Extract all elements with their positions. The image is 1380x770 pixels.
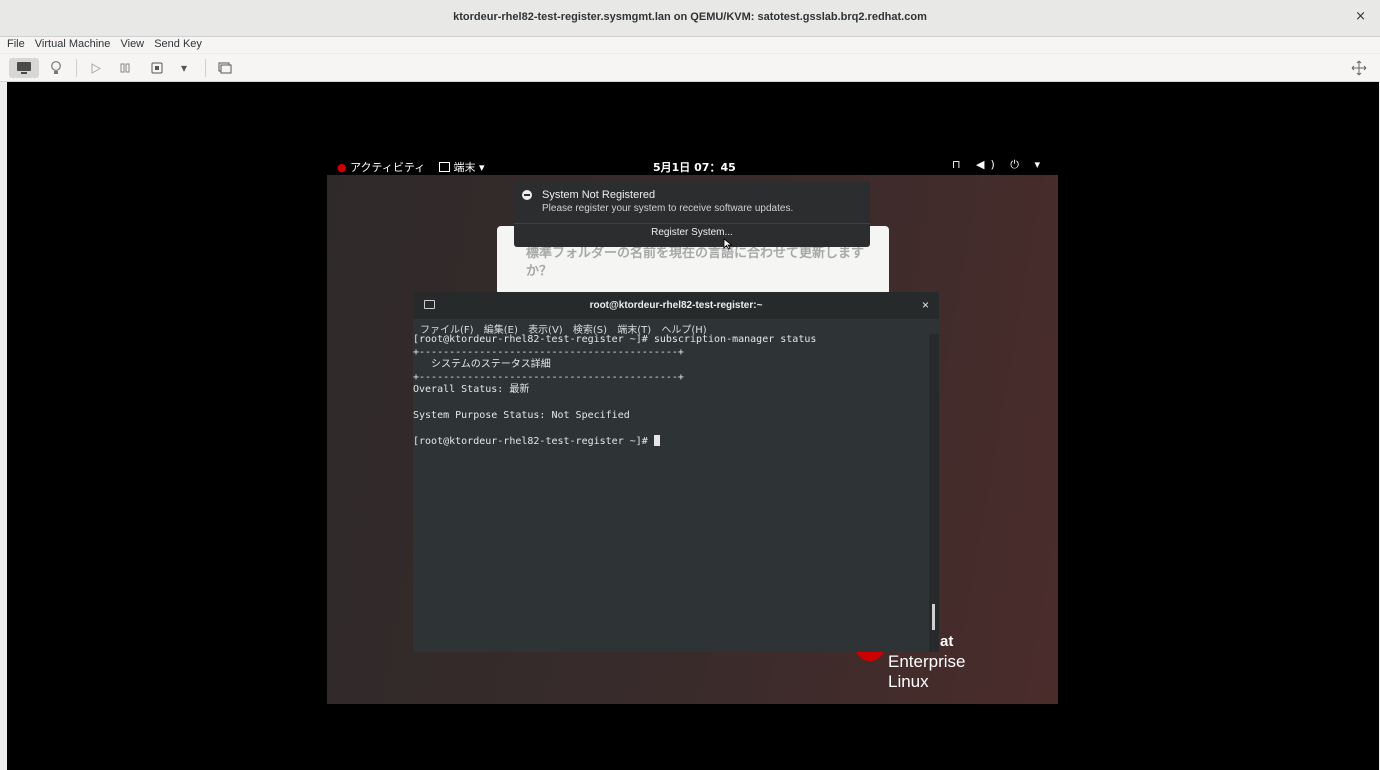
notification-divider [514,223,870,224]
info-icon [522,190,532,200]
console-view-button[interactable] [9,58,39,78]
pause-button[interactable] [116,58,134,78]
snapshot-icon [218,62,232,73]
notification-title: System Not Registered [542,189,656,201]
window-title: ktordeur-rhel82-test-register.sysmgmt.la… [453,11,927,23]
snapshot-button[interactable] [215,58,235,78]
register-system-button[interactable]: Register System... [514,227,870,238]
terminal-scrollbar[interactable] [929,334,939,652]
terminal-line: システムのステータス詳細 [413,359,551,371]
shutdown-button[interactable] [147,58,167,78]
terminal-line: System Purpose Status: Not Specified [413,409,630,421]
redhat-icon: ● [337,161,347,174]
monitor-icon [17,62,31,74]
toolbar: ▾ [0,54,1380,82]
mouse-pointer-icon [723,238,733,250]
pause-icon [120,63,130,73]
registration-notification[interactable]: System Not Registered Please register yo… [514,181,870,247]
window-titlebar: ktordeur-rhel82-test-register.sysmgmt.la… [0,0,1380,37]
terminal-line: [root@ktordeur-rhel82-test-register ~]# … [413,334,817,345]
activities-label: アクティビティ [350,161,426,174]
vm-display[interactable]: ● アクティビティ 端末 ▾ 5月1日 07：45 ⊓ ◀) ⏻ ▾ 標準フォル… [7,82,1379,770]
activities-button[interactable]: ● アクティビティ [337,159,425,175]
terminal-prompt: [root@ktordeur-rhel82-test-register ~]# [413,435,654,447]
run-button[interactable] [87,58,105,78]
menu-bar: File Virtual Machine View Send Key [0,37,1380,53]
terminal-app-menu[interactable]: 端末 ▾ [439,159,485,175]
power-icon [151,62,163,74]
lightbulb-icon [51,60,61,74]
brand-text-at: at [940,633,954,650]
dialog-question: 標準フォルダーの名前を現在の言語に合わせて更新しますか？ [526,246,865,279]
menu-send-key[interactable]: Send Key [154,38,202,50]
terminal-close-button[interactable]: × [922,298,929,312]
menu-virtual-machine[interactable]: Virtual Machine [35,38,111,50]
fullscreen-button[interactable] [1349,58,1369,78]
menu-view[interactable]: View [120,38,144,50]
terminal-title: root@ktordeur-rhel82-test-register:~ [589,300,763,311]
scrollbar-thumb[interactable] [932,604,935,630]
menu-file[interactable]: File [7,38,25,50]
notification-body: Please register your system to receive s… [542,203,794,214]
terminal-line: +---------------------------------------… [413,346,684,358]
details-view-button[interactable] [46,58,66,78]
play-icon [91,62,101,74]
terminal-headerbar[interactable]: root@ktordeur-rhel82-test-register:~ × [413,292,939,319]
terminal-icon [439,162,450,172]
terminal-line: Overall Status: 最新 [413,384,530,396]
terminal-cursor [653,434,660,446]
window-close-button[interactable]: × [1355,9,1366,24]
terminal-line: +---------------------------------------… [413,371,684,383]
terminal-app-label: 端末 ▾ [453,161,485,174]
terminal-window[interactable]: root@ktordeur-rhel82-test-register:~ × フ… [413,292,939,652]
brand-text-enterprise-linux: Enterprise Linux [888,652,966,691]
terminal-output[interactable]: [root@ktordeur-rhel82-test-register ~]# … [413,334,816,448]
clock[interactable]: 5月1日 07：45 [653,159,736,175]
resize-icon [1351,60,1367,76]
shutdown-menu-button[interactable]: ▾ [175,58,193,78]
gnome-topbar: ● アクティビティ 端末 ▾ 5月1日 07：45 ⊓ ◀) ⏻ ▾ [327,155,1058,175]
system-status-menu[interactable]: ⊓ ◀) ⏻ ▾ [952,158,1046,172]
